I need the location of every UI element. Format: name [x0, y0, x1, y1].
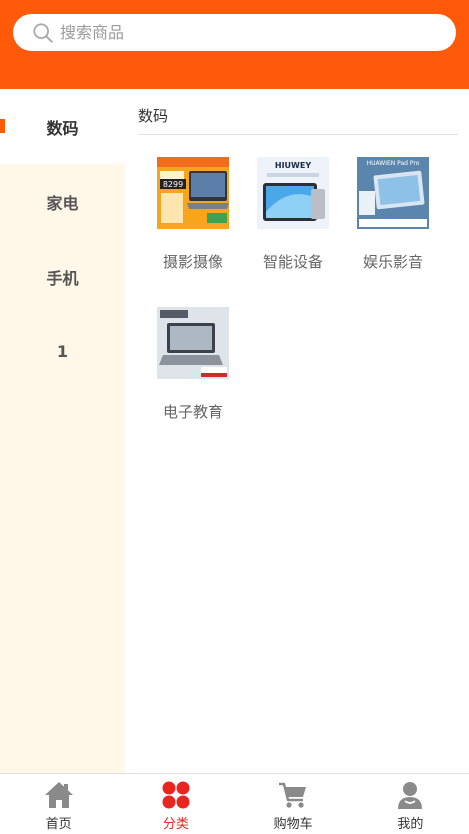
sidebar-item-label: 家电 — [46, 193, 79, 213]
category-label: 娱乐影音 — [362, 253, 423, 271]
category-item-photography[interactable]: 8299 摄影摄像 — [143, 157, 243, 272]
tab-cart[interactable]: 购物车 — [235, 774, 352, 834]
thumb-brand: HIUWEY — [275, 161, 311, 170]
category-label: 电子教育 — [162, 403, 223, 421]
search-bar[interactable] — [13, 14, 456, 51]
category-label: 摄影摄像 — [162, 253, 223, 271]
grid-icon — [162, 781, 190, 809]
category-item-entertainment[interactable]: HUAWIEN Pad Pro 娱乐影音 — [343, 157, 443, 272]
tab-label: 分类 — [162, 817, 189, 832]
thumb-price: 8299 — [163, 180, 183, 189]
product-thumbnail: 8299 — [157, 157, 229, 229]
home-icon — [44, 782, 73, 808]
header — [0, 0, 469, 89]
category-item-smart-devices[interactable]: HIUWEY 智能设备 — [243, 157, 343, 272]
sidebar-item-appliances[interactable]: 家电 — [0, 164, 125, 239]
category-content: 数码 8299 摄影摄像 HIUWEY 智能设备 HUAWIEN Pad Pro… — [125, 89, 469, 773]
product-thumbnail: HUAWIEN Pad Pro — [357, 157, 429, 229]
search-icon — [33, 22, 53, 43]
user-icon — [398, 782, 423, 809]
sidebar-item-digital[interactable]: 数码 — [0, 89, 125, 164]
tab-label: 购物车 — [273, 817, 313, 832]
product-thumbnail — [157, 307, 229, 379]
sidebar-item-phones[interactable]: 手机 — [0, 239, 125, 314]
tab-home[interactable]: 首页 — [0, 774, 117, 834]
tab-label: 首页 — [45, 817, 72, 832]
sidebar-item-1[interactable]: 1 — [0, 314, 125, 389]
cart-icon — [279, 782, 307, 808]
tab-label: 我的 — [397, 817, 424, 832]
sidebar-item-label: 手机 — [46, 268, 79, 288]
tab-mine[interactable]: 我的 — [352, 774, 469, 834]
category-label: 智能设备 — [262, 253, 323, 271]
sidebar-item-label: 数码 — [46, 118, 79, 138]
product-thumbnail: HIUWEY — [257, 157, 329, 229]
sidebar-item-label: 1 — [56, 342, 69, 361]
search-input[interactable] — [60, 23, 420, 42]
section-title: 数码 — [138, 105, 458, 135]
bottom-tab-bar: 首页 分类 购物车 我的 — [0, 773, 469, 834]
tab-category[interactable]: 分类 — [117, 774, 234, 834]
category-sidebar: 数码 家电 手机 1 — [0, 89, 125, 773]
category-item-e-education[interactable]: 电子教育 — [143, 307, 243, 422]
thumb-brand: HUAWIEN Pad Pro — [367, 160, 420, 167]
